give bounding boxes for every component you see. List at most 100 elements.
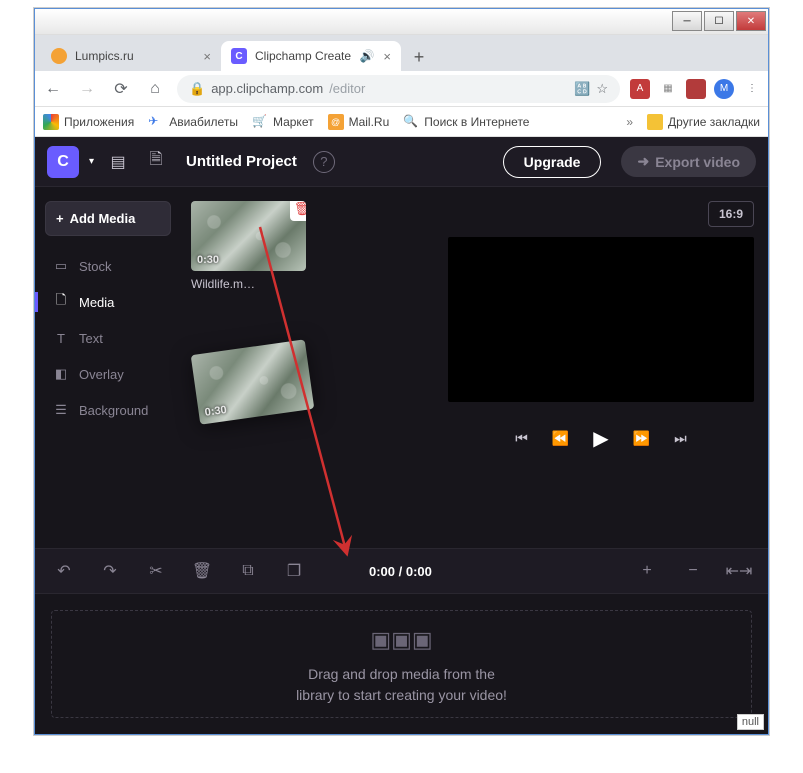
clip-duration: 0:30 xyxy=(204,404,227,419)
upgrade-button[interactable]: Upgrade xyxy=(503,146,602,178)
tab-clipchamp[interactable]: C Clipchamp Create 🔊 × xyxy=(221,41,401,71)
document-icon[interactable]: 🗎 xyxy=(142,148,170,176)
tab-label: Lumpics.ru xyxy=(75,49,134,63)
sidebar-item-overlay[interactable]: ◧ Overlay xyxy=(45,358,171,390)
project-title[interactable]: Untitled Project xyxy=(186,153,297,170)
apps-shortcut[interactable]: Приложения xyxy=(43,114,134,130)
timeline-dropzone[interactable]: ▣▣▣ Drag and drop media from the library… xyxy=(51,610,752,718)
sidebar-item-stock[interactable]: ▭ Stock xyxy=(45,250,171,282)
play-icon[interactable]: ▶ xyxy=(593,426,608,451)
browser-tabstrip: Lumpics.ru × C Clipchamp Create 🔊 × + xyxy=(35,35,768,71)
url-host: app.clipchamp.com xyxy=(211,81,323,96)
translate-icon[interactable]: 🔠 xyxy=(574,81,590,97)
duplicate-button[interactable]: ❐ xyxy=(283,560,305,582)
menu-icon[interactable]: ⋮ xyxy=(742,79,762,99)
url-path: /editor xyxy=(329,81,365,96)
close-tab-icon[interactable]: × xyxy=(383,49,391,64)
chevron-down-icon[interactable]: ▾ xyxy=(89,156,94,167)
audio-icon[interactable]: 🔊 xyxy=(360,49,375,63)
sidebar: + Add Media ▭ Stock 🗋 Media T Text ◧ xyxy=(35,187,181,548)
timeline: ▣▣▣ Drag and drop media from the library… xyxy=(35,594,768,734)
sidebar-item-media[interactable]: 🗋 Media xyxy=(45,286,171,318)
bookmark-item[interactable]: @Mail.Ru xyxy=(328,114,390,130)
dropzone-text: Drag and drop media from the xyxy=(296,664,507,685)
fit-button[interactable]: ⇤⇥ xyxy=(728,560,750,582)
app-logo[interactable]: C xyxy=(47,146,79,178)
folder-icon xyxy=(647,114,663,130)
overlay-icon: ◧ xyxy=(53,366,69,382)
extensions-area: A ▦ M ⋮ xyxy=(630,79,762,99)
plus-icon: + xyxy=(56,211,64,226)
export-button[interactable]: ➜ Export video xyxy=(621,146,756,177)
zoom-in-button[interactable]: + xyxy=(636,560,658,582)
add-media-button[interactable]: + Add Media xyxy=(45,201,171,236)
favicon-icon: C xyxy=(231,48,247,64)
favicon-icon xyxy=(51,48,67,64)
dragging-clip[interactable]: 0:30 xyxy=(191,339,315,424)
maximize-button[interactable]: ☐ xyxy=(704,11,734,31)
bookmark-item[interactable]: 🔍Поиск в Интернете xyxy=(403,114,529,130)
help-icon[interactable]: ? xyxy=(313,151,335,173)
bookmark-icon: @ xyxy=(328,114,344,130)
address-bar[interactable]: 🔒 app.clipchamp.com/editor 🔠 ☆ xyxy=(177,75,620,103)
bookmark-item[interactable]: ✈Авиабилеты xyxy=(148,114,238,130)
null-badge: null xyxy=(737,714,764,730)
fast-forward-icon[interactable]: ⏩ xyxy=(633,430,650,447)
media-placeholder-icon: ▣▣▣ xyxy=(370,623,432,656)
extension-abp-icon[interactable]: A xyxy=(630,79,650,99)
extension-icon[interactable]: ▦ xyxy=(658,79,678,99)
playback-controls: ⏮ ⏪ ▶ ⏩ ⏭ xyxy=(448,426,754,451)
bookmark-star-icon[interactable]: ☆ xyxy=(596,81,608,97)
tab-label: Clipchamp Create xyxy=(255,49,351,63)
stock-icon: ▭ xyxy=(53,258,69,274)
bookmarks-bar: Приложения ✈Авиабилеты 🛒Маркет @Mail.Ru … xyxy=(35,107,768,137)
dropzone-text: library to start creating your video! xyxy=(296,685,507,706)
apps-icon xyxy=(43,114,59,130)
close-button[interactable]: ✕ xyxy=(736,11,766,31)
close-tab-icon[interactable]: × xyxy=(203,49,211,64)
export-icon: ➜ xyxy=(637,153,649,170)
aspect-ratio-button[interactable]: 16:9 xyxy=(708,201,754,227)
video-library-icon[interactable]: ▤ xyxy=(104,148,132,176)
bookmark-icon: ✈ xyxy=(148,114,164,130)
bookmarks-overflow[interactable]: » xyxy=(626,115,633,129)
media-clip[interactable]: 🗑 0:30 xyxy=(191,201,306,271)
reload-button[interactable]: ⟳ xyxy=(109,77,133,101)
minimize-button[interactable]: ─ xyxy=(672,11,702,31)
forward-button[interactable]: → xyxy=(75,77,99,101)
sidebar-item-text[interactable]: T Text xyxy=(45,322,171,354)
rewind-icon[interactable]: ⏪ xyxy=(552,430,569,447)
browser-toolbar: ← → ⟳ ⌂ 🔒 app.clipchamp.com/editor 🔠 ☆ A… xyxy=(35,71,768,107)
redo-button[interactable]: ↷ xyxy=(99,560,121,582)
background-icon: ☰ xyxy=(53,402,69,418)
sidebar-item-background[interactable]: ☰ Background xyxy=(45,394,171,426)
window-titlebar: ─ ☐ ✕ xyxy=(35,9,768,35)
video-preview[interactable] xyxy=(448,237,754,402)
skip-end-icon[interactable]: ⏭ xyxy=(674,430,687,447)
preview-panel: 16:9 ⏮ ⏪ ▶ ⏩ ⏭ xyxy=(448,187,768,548)
zoom-out-button[interactable]: − xyxy=(682,560,704,582)
lock-icon: 🔒 xyxy=(189,81,205,97)
home-button[interactable]: ⌂ xyxy=(143,77,167,101)
delete-clip-button[interactable]: 🗑 xyxy=(290,201,306,221)
copy-button[interactable]: ⧉ xyxy=(237,560,259,582)
back-button[interactable]: ← xyxy=(41,77,65,101)
profile-avatar[interactable]: M xyxy=(714,79,734,99)
app-topbar: C ▾ ▤ 🗎 Untitled Project ? Upgrade ➜ Exp… xyxy=(35,137,768,187)
undo-button[interactable]: ↶ xyxy=(53,560,75,582)
cut-button[interactable]: ✂ xyxy=(145,560,167,582)
timeline-toolbar: ↶ ↷ ✂ 🗑 ⧉ ❐ 0:00 / 0:00 + − ⇤⇥ xyxy=(35,548,768,594)
new-tab-button[interactable]: + xyxy=(405,43,433,71)
clip-duration: 0:30 xyxy=(197,254,219,266)
tab-lumpics[interactable]: Lumpics.ru × xyxy=(41,41,221,71)
timeline-timecode: 0:00 / 0:00 xyxy=(369,564,432,579)
media-icon: 🗋 xyxy=(53,294,69,310)
text-icon: T xyxy=(53,330,69,346)
clip-filename: Wildlife.m… xyxy=(191,277,438,291)
extension-pdf-icon[interactable] xyxy=(686,79,706,99)
bookmark-item[interactable]: 🛒Маркет xyxy=(252,114,314,130)
skip-start-icon[interactable]: ⏮ xyxy=(515,430,528,447)
delete-button[interactable]: 🗑 xyxy=(191,560,213,582)
other-bookmarks[interactable]: Другие закладки xyxy=(647,114,760,130)
media-panel: 🗑 0:30 Wildlife.m… 0:30 xyxy=(181,187,448,548)
